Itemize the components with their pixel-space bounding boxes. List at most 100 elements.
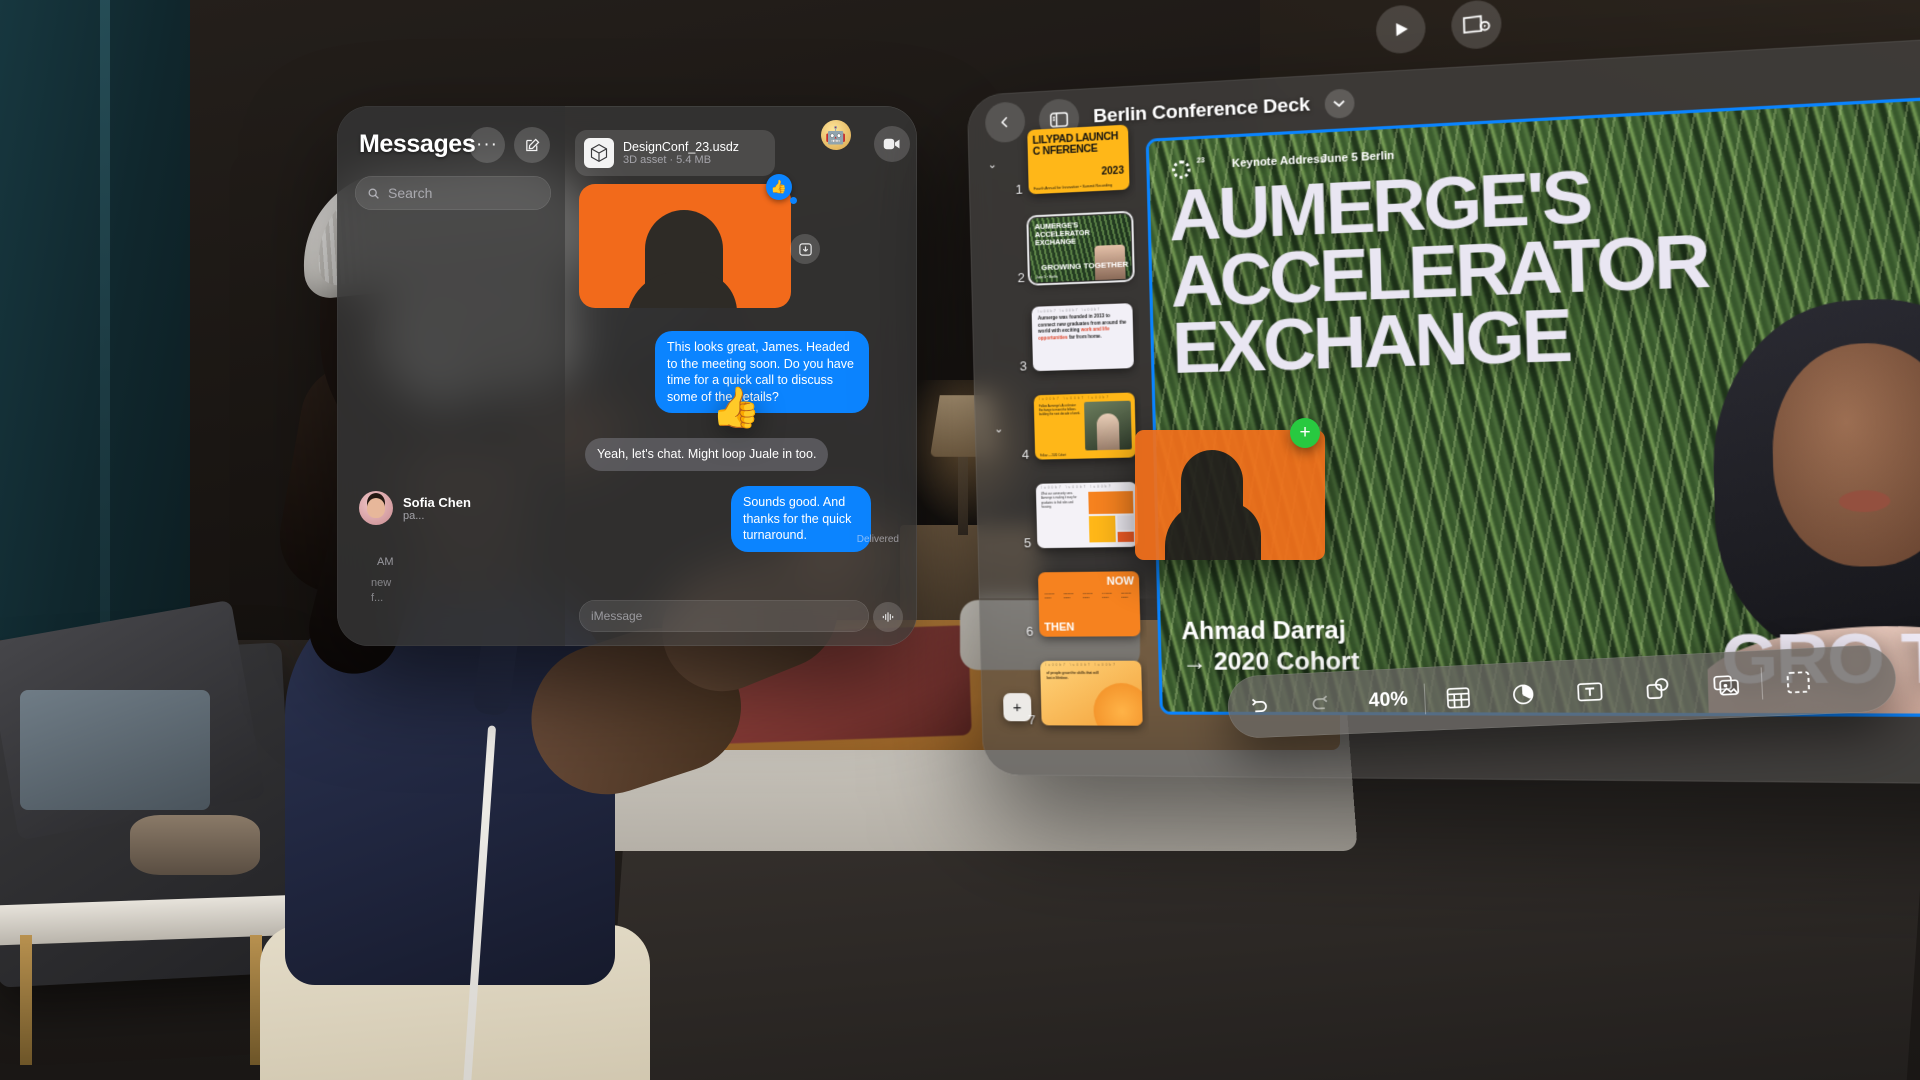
audio-wave-icon — [882, 612, 894, 622]
slide-thumbnail-6[interactable]: NOW THEN 01 lorem ipsum 02 lorem ipsum 0… — [1037, 571, 1141, 637]
delivered-status: Delivered — [856, 534, 899, 545]
insert-table-button[interactable] — [1424, 664, 1492, 731]
slide-row[interactable]: ⌄ 1 LILYPAD LAUNCH C NFERENCE 2023 Fourt… — [983, 112, 1136, 208]
slide-row[interactable]: ⌄ 4 \u00b7 \u00b7 \u00b7 Follow Aumerge'… — [990, 380, 1143, 473]
slide-number: 1 — [1015, 181, 1023, 197]
message-thread: DesignConf_23.usdz 3D asset · 5.4 MB 🤖 👍… — [565, 106, 917, 646]
group-chevron-icon[interactable]: ⌄ — [991, 422, 1007, 435]
slide-row[interactable]: 3 \u00b7 \u00b7 \u00b7 Aumerge was found… — [987, 291, 1140, 385]
slide-thumb-columns: 01 lorem ipsum 02 lorem ipsum 03 lorem i… — [1044, 592, 1133, 600]
table-leg — [20, 935, 32, 1065]
slide-title[interactable]: AUMERGE'S ACCELERATOR EXCHANGE — [1168, 141, 1920, 389]
messages-window[interactable]: Messages ··· Search Sofia Chen pa... AM … — [337, 106, 917, 646]
thumbs-up-sticker[interactable]: 👍 — [711, 384, 761, 431]
slide-number: 5 — [1023, 535, 1032, 551]
save-attachment-button[interactable] — [790, 234, 820, 264]
table-icon — [1445, 686, 1470, 709]
col: 02 lorem ipsum — [1063, 592, 1074, 600]
slide-thumb-body: of people grow the skills that will last… — [1046, 670, 1099, 680]
slide-thumb-title: AUMERGE'S ACCELERATOR EXCHANGE — [1034, 220, 1090, 248]
slide-navigator[interactable]: ⌄ 1 LILYPAD LAUNCH C NFERENCE 2023 Fourt… — [983, 112, 1149, 742]
play-slideshow-button[interactable] — [1375, 3, 1427, 55]
presenter-name: Ahmad Darraj — [1181, 617, 1347, 646]
messages-title: Messages — [359, 130, 476, 158]
message-bubble-outgoing[interactable]: Sounds good. And thanks for the quick tu… — [731, 486, 871, 552]
media-message-bubble[interactable] — [579, 184, 791, 308]
slide-thumbnail-4[interactable]: \u00b7 \u00b7 \u00b7 Follow Aumerge's Ac… — [1033, 392, 1137, 460]
message-input-placeholder: iMessage — [591, 609, 643, 623]
slide-thumbnail-7[interactable]: \u00b7 \u00b7 \u00b7 of people grow the … — [1040, 660, 1143, 726]
silhouette-graphic — [627, 210, 737, 308]
redo-icon — [1309, 692, 1332, 715]
search-input[interactable]: Search — [355, 176, 551, 210]
slide-thumb-title: LILYPAD LAUNCH C NFERENCE — [1032, 130, 1119, 158]
zoom-level[interactable]: 40% — [1352, 688, 1425, 714]
conversation-list-item[interactable]: Sofia Chen pa... — [351, 476, 557, 540]
3d-asset-icon — [584, 138, 614, 168]
play-icon — [1396, 22, 1409, 37]
slide-canvas[interactable]: 23 Keynote Address June 5 Berlin AUMERGE… — [1145, 91, 1920, 718]
slide-thumb-sun — [1092, 683, 1143, 726]
thumbs-up-icon: 👍 — [770, 179, 788, 194]
message-bubble-incoming[interactable]: Yeah, let's chat. Might loop Juale in to… — [585, 438, 829, 471]
slide-thumbnail-1[interactable]: LILYPAD LAUNCH C NFERENCE 2023 Fourth An… — [1027, 124, 1130, 195]
conversation-name: Sofia Chen — [403, 494, 471, 510]
dragged-asset-preview[interactable] — [1135, 430, 1325, 560]
thumbs-up-tapback[interactable]: 👍 — [766, 174, 797, 204]
attachment-meta: 3D asset · 5.4 MB — [623, 154, 712, 167]
packing-cube — [20, 690, 210, 810]
ellipsis-icon: ··· — [476, 134, 498, 155]
attachment-name: DesignConf_23.usdz — [623, 139, 740, 154]
slide-thumbnail-2[interactable]: AUMERGE'S ACCELERATOR EXCHANGE GROWING T… — [1026, 210, 1135, 286]
slide-thumb-block — [1117, 515, 1134, 530]
slide-row[interactable]: 5 \u00b7 \u00b7 \u00b7 What our communit… — [992, 469, 1145, 560]
silhouette-graphic — [1165, 450, 1261, 560]
message-bubble-outgoing[interactable]: This looks great, James. Headed to the m… — [655, 331, 869, 413]
slide-thumb-footnote: Fellow — 2020 Cohort — [1040, 453, 1067, 458]
redo-button[interactable] — [1288, 671, 1354, 737]
slide-presenter[interactable]: Ahmad Darraj → 2020 Cohort — [1181, 616, 1360, 677]
slide-thumb-block — [1117, 531, 1135, 543]
lamp-stem — [958, 455, 968, 535]
plus-icon: + — [1299, 422, 1311, 443]
robot-memoji-icon: 🤖 — [825, 125, 847, 145]
insert-media-button[interactable] — [1690, 650, 1763, 719]
slide-number: 4 — [1021, 446, 1030, 462]
undo-button[interactable] — [1227, 674, 1291, 739]
group-chevron-icon[interactable]: ⌄ — [984, 157, 1000, 171]
insert-shape-button[interactable] — [1622, 654, 1693, 723]
mask-selection-icon — [1785, 670, 1810, 694]
kicker-year: 23 — [1196, 157, 1205, 165]
message-input[interactable]: iMessage — [579, 600, 869, 632]
conversation-timestamp: AM — [377, 556, 394, 568]
facetime-video-button[interactable] — [874, 126, 910, 162]
slide-thumb-photo — [1084, 400, 1132, 451]
slide-thumb-year: 2023 — [1101, 165, 1125, 178]
slide-thumb-dots: \u00b7 \u00b7 \u00b7 — [1045, 662, 1117, 667]
document-title-menu-button[interactable] — [1324, 88, 1355, 119]
slide-thumbnail-5[interactable]: \u00b7 \u00b7 \u00b7 What our community … — [1035, 481, 1139, 549]
messages-sidebar: Messages ··· Search Sofia Chen pa... AM … — [337, 106, 565, 646]
slide-row[interactable]: 2 AUMERGE'S ACCELERATOR EXCHANGE GROWING… — [985, 201, 1138, 296]
insert-chart-button[interactable] — [1489, 661, 1558, 728]
col: 05 lorem ipsum — [1121, 591, 1132, 599]
chart-icon — [1511, 682, 1535, 706]
audio-message-button[interactable] — [873, 602, 903, 632]
attachment-card[interactable]: DesignConf_23.usdz 3D asset · 5.4 MB — [575, 130, 775, 176]
slide-row[interactable]: 6 NOW THEN 01 lorem ipsum 02 lorem ipsum… — [994, 559, 1147, 649]
compose-message-button[interactable] — [514, 127, 550, 163]
add-slide-button[interactable]: + — [1003, 693, 1032, 722]
mask-selection-button[interactable] — [1761, 647, 1835, 717]
text-box-icon — [1576, 681, 1603, 702]
more-options-button[interactable]: ··· — [469, 127, 505, 163]
slide-thumb-body-tail: far from home. — [1067, 333, 1102, 340]
col: 04 lorem ipsum — [1101, 591, 1112, 599]
conversation-snippet: new f... — [371, 577, 392, 605]
chevron-down-icon — [1334, 99, 1346, 108]
plus-icon: + — [1012, 698, 1022, 716]
insert-text-button[interactable] — [1555, 657, 1625, 725]
present-rehearse-button[interactable] — [1450, 0, 1503, 51]
slide-thumb-footnote: Fourth Annual for Innovation • Summit Re… — [1033, 182, 1113, 191]
slide-thumbnail-3[interactable]: \u00b7 \u00b7 \u00b7 Aumerge was founded… — [1031, 303, 1134, 372]
drop-add-badge: + — [1290, 418, 1320, 448]
